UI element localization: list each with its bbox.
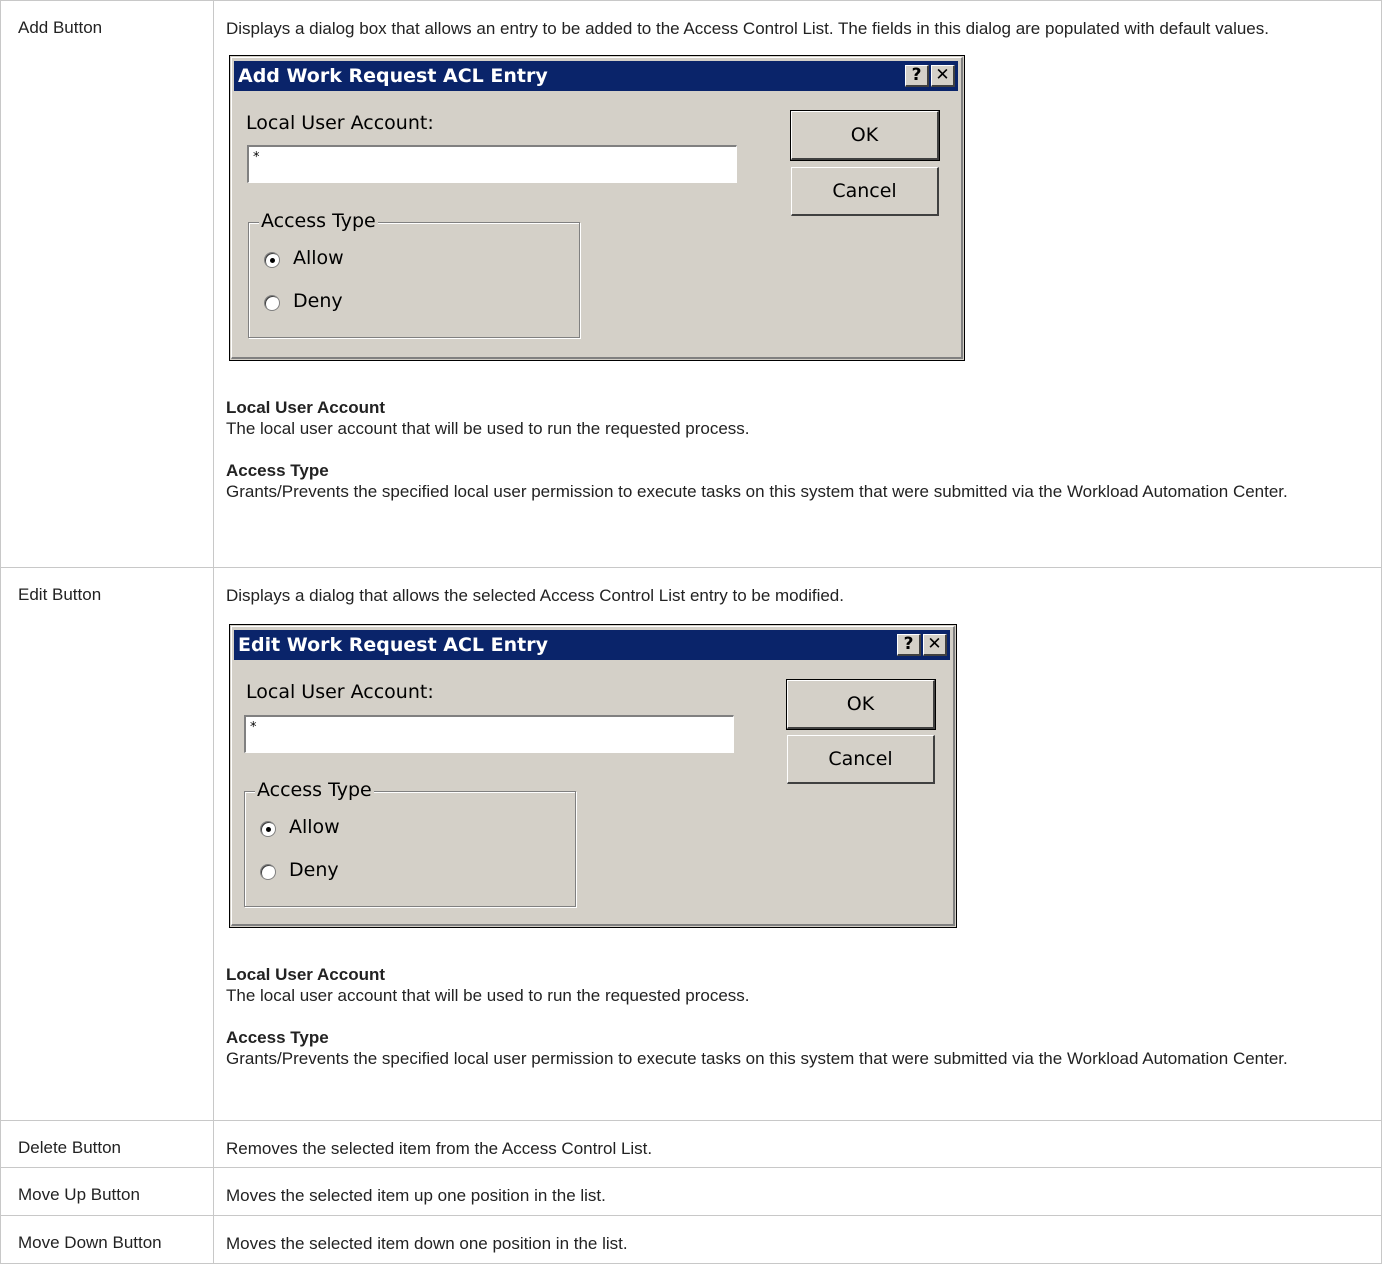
account-label: Local User Account:: [246, 681, 434, 703]
add-acl-entry-dialog: Add Work Request ACL Entry ? ✕ Local Use…: [229, 55, 965, 361]
access-type-group: Access Type Allow Deny: [248, 210, 580, 338]
allow-label[interactable]: Allow: [289, 816, 340, 838]
allow-radio[interactable]: [264, 252, 280, 268]
row-description-cell: Displays a dialog that allows the select…: [213, 567, 1382, 1121]
row-description-cell: Moves the selected item up one position …: [213, 1167, 1382, 1216]
row-name: Delete Button: [18, 1138, 122, 1157]
allow-label[interactable]: Allow: [293, 247, 344, 269]
deny-label[interactable]: Deny: [293, 290, 343, 312]
row-name-cell: Move Up Button: [0, 1167, 214, 1216]
row-description: Removes the selected item from the Acces…: [226, 1139, 653, 1158]
deny-radio[interactable]: [264, 295, 280, 311]
prop-title: Local User Account: [226, 398, 386, 417]
access-type-group-label: Access Type: [259, 210, 378, 232]
deny-radio[interactable]: [260, 864, 276, 880]
edit-acl-entry-dialog: Edit Work Request ACL Entry ? ✕ Local Us…: [229, 624, 957, 928]
allow-radio[interactable]: [260, 821, 276, 837]
row-description-cell: Displays a dialog box that allows an ent…: [213, 0, 1382, 568]
row-name-cell: Delete Button: [0, 1120, 214, 1168]
row-name-cell: Edit Button: [0, 567, 214, 1121]
help-button[interactable]: ?: [905, 65, 929, 87]
table-row: Add Button Displays a dialog box that al…: [0, 0, 1382, 568]
row-name-cell: Add Button: [0, 0, 214, 568]
row-name: Move Up Button: [18, 1185, 140, 1204]
ok-button[interactable]: OK: [790, 110, 940, 161]
row-description-cell: Moves the selected item down one positio…: [213, 1215, 1382, 1264]
buttons-table: Add Button Displays a dialog box that al…: [0, 0, 1382, 1264]
dialog-title-bar[interactable]: Add Work Request ACL Entry ? ✕: [234, 61, 958, 91]
account-input[interactable]: *: [244, 715, 734, 753]
row-description: Displays a dialog box that allows an ent…: [226, 19, 1269, 38]
account-input[interactable]: *: [247, 145, 737, 183]
close-button[interactable]: ✕: [931, 65, 955, 87]
row-name: Move Down Button: [18, 1233, 162, 1252]
ok-button[interactable]: OK: [786, 679, 936, 730]
prop-title: Access Type: [226, 1028, 329, 1047]
help-button[interactable]: ?: [897, 634, 921, 656]
access-type-group-label: Access Type: [255, 779, 374, 801]
dialog-title: Edit Work Request ACL Entry: [238, 634, 548, 656]
row-name-cell: Move Down Button: [0, 1215, 214, 1264]
prop-text: The local user account that will be used…: [226, 986, 750, 1005]
row-description: Displays a dialog that allows the select…: [226, 586, 844, 605]
deny-label[interactable]: Deny: [289, 859, 339, 881]
cancel-button[interactable]: Cancel: [791, 167, 939, 216]
access-type-group: Access Type Allow Deny: [244, 779, 576, 907]
radio-selected-dot: [270, 258, 275, 263]
row-description-cell: Removes the selected item from the Acces…: [213, 1120, 1382, 1168]
row-description: Moves the selected item up one position …: [226, 1186, 606, 1205]
row-name: Edit Button: [18, 585, 102, 604]
table-row: Move Up Button Moves the selected item u…: [0, 1167, 1382, 1216]
dialog-title-bar[interactable]: Edit Work Request ACL Entry ? ✕: [234, 630, 950, 660]
dialog-title: Add Work Request ACL Entry: [238, 65, 548, 87]
row-name: Add Button: [18, 18, 103, 37]
cancel-button[interactable]: Cancel: [787, 735, 935, 784]
table-row: Delete Button Removes the selected item …: [0, 1120, 1382, 1168]
prop-text: Grants/Prevents the specified local user…: [226, 1049, 1288, 1068]
prop-text: The local user account that will be used…: [226, 419, 750, 438]
row-description: Moves the selected item down one positio…: [226, 1234, 628, 1253]
close-button[interactable]: ✕: [923, 634, 947, 656]
prop-text: Grants/Prevents the specified local user…: [226, 482, 1288, 501]
radio-selected-dot: [266, 827, 271, 832]
account-label: Local User Account:: [246, 112, 434, 134]
table-row: Move Down Button Moves the selected item…: [0, 1215, 1382, 1264]
prop-title: Local User Account: [226, 965, 386, 984]
prop-title: Access Type: [226, 461, 329, 480]
table-row: Edit Button Displays a dialog that allow…: [0, 567, 1382, 1121]
